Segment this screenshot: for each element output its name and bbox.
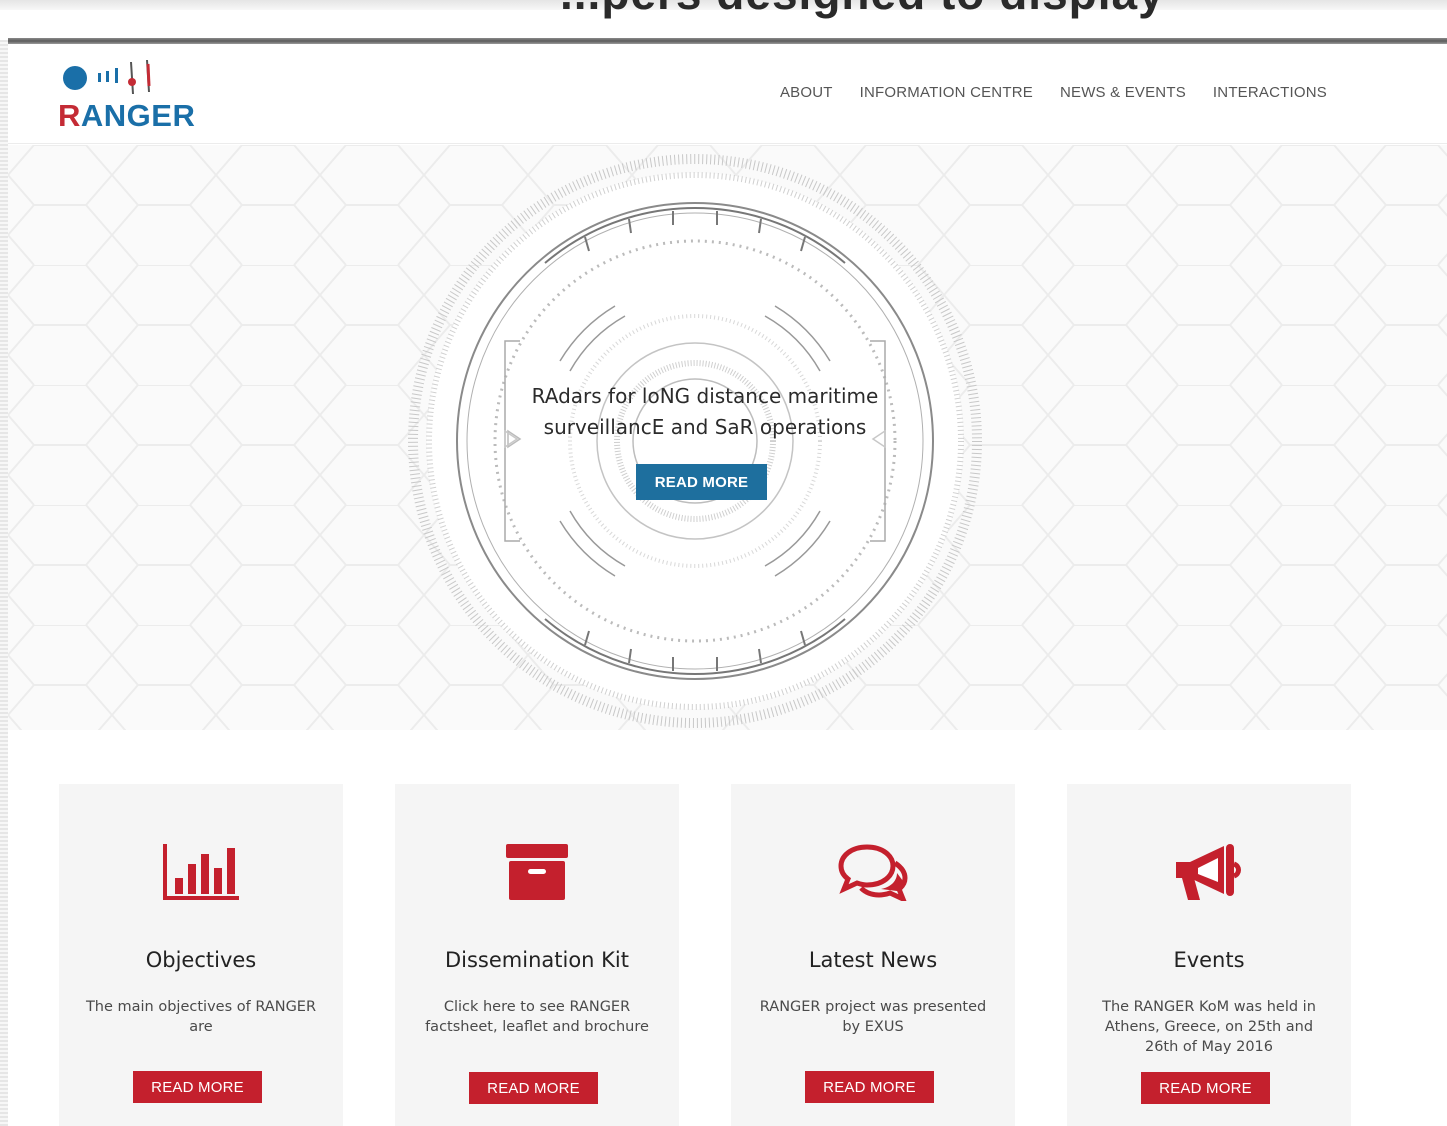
site-header: RANGER ABOUT INFORMATION CENTRE NEWS & E… — [8, 44, 1447, 144]
card-title: Dissemination Kit — [444, 948, 630, 972]
card-events: Events The RANGER KoM was held in Athens… — [1067, 784, 1351, 1126]
hero-title-line-2: surveillancE and SaR operations — [543, 415, 867, 439]
left-edge-strip — [0, 40, 8, 1126]
card-title: Objectives — [145, 948, 257, 972]
logo-letter-r: R — [58, 98, 81, 133]
card-dissemination-kit: Dissemination Kit Click here to see RANG… — [395, 784, 679, 1126]
chat-bubbles-icon — [833, 840, 913, 904]
feature-cards: Objectives The main objectives of RANGER… — [59, 784, 1351, 1126]
dissemination-kit-read-more-button[interactable]: READ MORE — [469, 1072, 598, 1104]
events-read-more-button[interactable]: READ MORE — [1141, 1072, 1270, 1104]
nav-about[interactable]: ABOUT — [780, 84, 833, 101]
logo-wordmark[interactable]: RANGER — [58, 98, 195, 134]
archive-box-icon — [497, 840, 577, 904]
hero-read-more-button[interactable]: READ MORE — [636, 464, 767, 500]
nav-news-events[interactable]: NEWS & EVENTS — [1060, 84, 1186, 101]
objectives-read-more-button[interactable]: READ MORE — [133, 1071, 262, 1103]
card-description: RANGER project was presented by EXUS — [759, 999, 987, 1035]
main-nav: ABOUT INFORMATION CENTRE NEWS & EVENTS I… — [780, 84, 1327, 101]
hero-banner: RAdars for loNG distance maritime survei… — [8, 145, 1447, 730]
card-title: Latest News — [808, 948, 938, 972]
latest-news-read-more-button[interactable]: READ MORE — [805, 1071, 934, 1103]
card-description: The main objectives of RANGER are — [85, 999, 317, 1035]
radar-signal-logo-icon — [63, 59, 151, 95]
logo-letters-rest: ANGER — [80, 98, 196, 133]
top-strip: ...pers designed to display — [0, 0, 1447, 36]
card-description: Click here to see RANGER factsheet, leaf… — [425, 999, 649, 1035]
card-description: The RANGER KoM was held in Athens, Greec… — [1102, 999, 1316, 1055]
bar-chart-icon — [161, 840, 241, 904]
megaphone-icon — [1169, 840, 1249, 904]
hero-title-line-1: RAdars for loNG distance maritime — [531, 384, 879, 408]
card-title: Events — [1173, 948, 1245, 972]
nav-information-centre[interactable]: INFORMATION CENTRE — [860, 84, 1033, 101]
cut-off-heading: ...pers designed to display — [560, 0, 1165, 20]
nav-interactions[interactable]: INTERACTIONS — [1213, 84, 1327, 101]
hero-title: RAdars for loNG distance maritime survei… — [505, 381, 905, 443]
card-latest-news: Latest News RANGER project was presented… — [731, 784, 1015, 1126]
card-objectives: Objectives The main objectives of RANGER… — [59, 784, 343, 1126]
